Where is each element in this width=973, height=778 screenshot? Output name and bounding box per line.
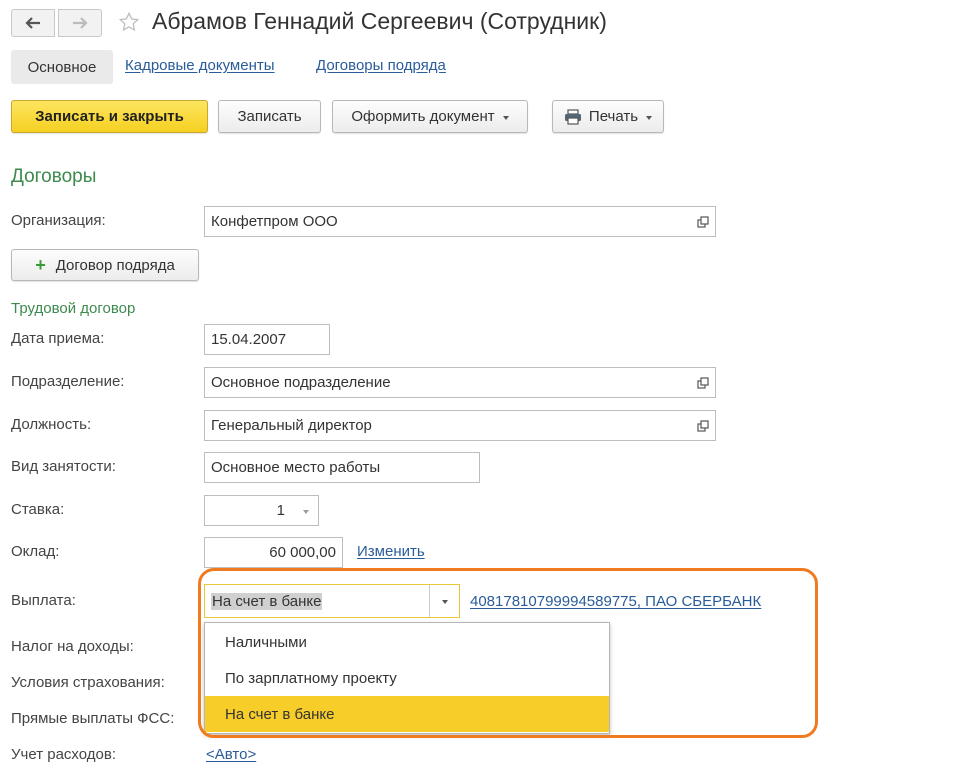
arrow-left-icon xyxy=(25,17,40,29)
hire-date-field[interactable]: 15.04.2007 xyxy=(204,324,330,355)
chevron-down-icon xyxy=(502,115,509,120)
forward-button[interactable] xyxy=(58,9,102,37)
save-and-close-button[interactable]: Записать и закрыть xyxy=(11,100,208,133)
chevron-down-icon xyxy=(646,115,653,120)
payment-option-cash[interactable]: Наличными xyxy=(205,624,609,660)
organization-label: Организация: xyxy=(11,212,106,229)
page-title: Абрамов Геннадий Сергеевич (Сотрудник) xyxy=(152,8,607,34)
salary-change-link[interactable]: Изменить xyxy=(357,543,425,560)
position-field[interactable]: Генеральный директор xyxy=(204,410,691,441)
fss-payments-label: Прямые выплаты ФСС: xyxy=(11,710,175,727)
payment-option-salary-project[interactable]: По зарплатному проекту xyxy=(205,660,609,696)
expenses-label: Учет расходов: xyxy=(11,746,116,763)
tab-hr-documents[interactable]: Кадровые документы xyxy=(125,57,275,74)
income-tax-label: Налог на доходы: xyxy=(11,638,134,655)
payment-dropdown-button[interactable] xyxy=(429,585,460,617)
position-open-button[interactable] xyxy=(690,410,716,441)
position-label: Должность: xyxy=(11,416,92,433)
department-label: Подразделение: xyxy=(11,373,125,390)
add-contract-label: Договор подряда xyxy=(55,256,175,274)
rate-label: Ставка: xyxy=(11,501,65,518)
salary-field[interactable]: 60 000,00 xyxy=(204,537,343,568)
payment-dropdown-list: Наличными По зарплатному проекту На счет… xyxy=(204,622,610,734)
insurance-conditions-label: Условия страхования: xyxy=(11,674,165,691)
rate-field[interactable]: 1 xyxy=(204,495,294,526)
department-field[interactable]: Основное подразделение xyxy=(204,367,691,398)
section-labor-heading: Трудовой договор xyxy=(11,300,136,317)
open-icon xyxy=(696,419,709,432)
employment-type-field[interactable]: Основное место работы xyxy=(204,452,480,483)
department-open-button[interactable] xyxy=(690,367,716,398)
payment-select-value: На счет в банке xyxy=(211,592,323,610)
payment-account-link[interactable]: 40817810799994589775, ПАО СБЕРБАНК xyxy=(470,593,761,610)
organization-open-button[interactable] xyxy=(690,206,716,237)
back-button[interactable] xyxy=(11,9,55,37)
open-icon xyxy=(696,376,709,389)
tab-main[interactable]: Основное xyxy=(11,50,113,84)
favorite-button[interactable] xyxy=(118,11,140,37)
rate-dropdown-button[interactable] xyxy=(293,495,319,526)
make-document-label: Оформить документ xyxy=(351,108,495,125)
print-button[interactable]: Печать xyxy=(552,100,664,133)
organization-field[interactable]: Конфетпром ООО xyxy=(204,206,691,237)
chevron-down-icon xyxy=(442,600,448,604)
save-button[interactable]: Записать xyxy=(218,100,321,133)
arrow-right-icon xyxy=(73,17,88,29)
add-contract-button[interactable]: + Договор подряда xyxy=(11,249,199,281)
employment-type-label: Вид занятости: xyxy=(11,458,116,475)
make-document-button[interactable]: Оформить документ xyxy=(332,100,528,133)
plus-icon: + xyxy=(35,255,46,275)
salary-label: Оклад: xyxy=(11,543,60,560)
payment-label: Выплата: xyxy=(11,592,76,609)
payment-select[interactable]: На счет в банке xyxy=(204,584,460,618)
open-icon xyxy=(696,215,709,228)
chevron-down-icon xyxy=(302,509,309,514)
payment-option-bank-account[interactable]: На счет в банке xyxy=(205,696,609,732)
tab-contracts[interactable]: Договоры подряда xyxy=(316,57,446,74)
star-icon xyxy=(118,11,140,32)
hire-date-label: Дата приема: xyxy=(11,330,105,347)
printer-icon xyxy=(564,108,581,125)
section-contracts-heading: Договоры xyxy=(11,166,97,187)
expenses-auto-link[interactable]: <Авто> xyxy=(206,746,256,763)
print-label: Печать xyxy=(588,108,639,125)
